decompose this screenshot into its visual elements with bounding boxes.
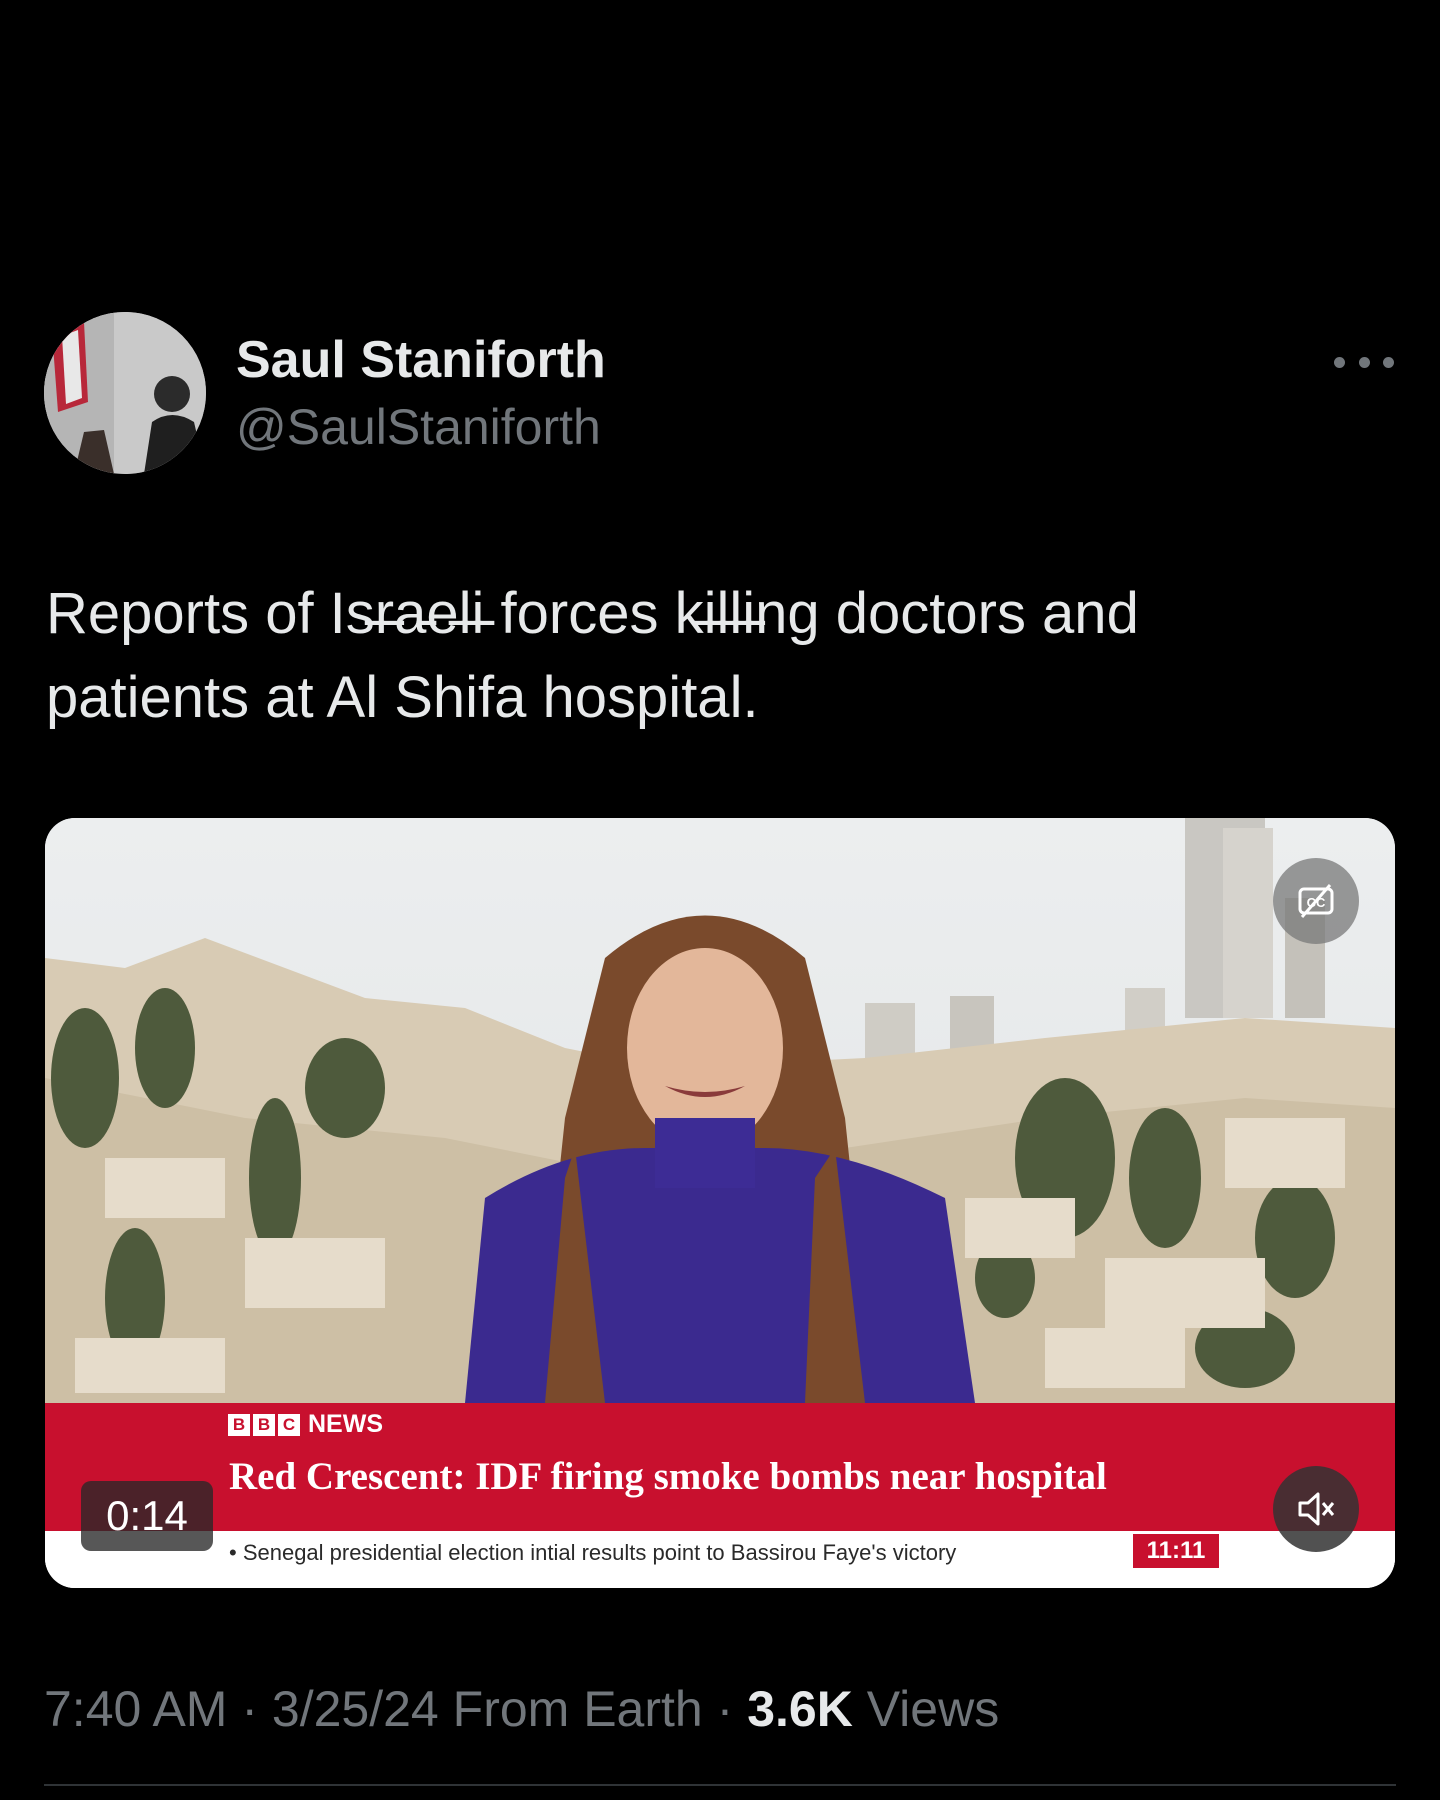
news-ticker-text: • Senegal presidential election intial r… [229,1540,957,1565]
views-label: Views [866,1681,1000,1737]
broadcaster-label: NEWS [308,1410,383,1438]
avatar-photo-icon [44,312,206,474]
ellipsis-icon [1334,356,1345,368]
video-duration: 0:14 [81,1481,213,1551]
author-avatar[interactable] [44,312,206,474]
captions-button[interactable]: CC [1273,858,1359,944]
bbc-news-logo: B B C NEWS [228,1410,383,1439]
tweet-source: From Earth [452,1681,703,1737]
ellipsis-icon [1383,356,1394,368]
views-count[interactable]: 3.6K [747,1681,853,1737]
logo-block: C [278,1413,300,1436]
logo-block: B [253,1413,275,1436]
news-headline: Red Crescent: IDF firing smoke bombs nea… [229,1455,1107,1498]
ellipsis-icon [1358,356,1370,368]
logo-block: B [228,1413,250,1436]
divider [44,1784,1396,1786]
tweet-time[interactable]: 7:40 AM [44,1681,227,1737]
meta-separator: · [241,1681,259,1737]
tweet-text-line: patients at Al Shifa hospital. [46,665,759,730]
mute-toggle-button[interactable] [1273,1466,1359,1552]
author-handle[interactable]: @SaulStaniforth [236,398,601,456]
news-clock: 11:11 [1133,1534,1219,1568]
tweet-text: Reports of Is̵r̵a̵e̵l̵i̵ forces k̵i̵l̵l̵… [46,572,1376,740]
captions-off-icon: CC [1298,884,1334,918]
muted-speaker-icon [1298,1492,1335,1526]
tweet-detail: Saul Staniforth @SaulStaniforth Reports … [0,0,1440,1800]
tweet-meta: 7:40 AM · 3/25/24 From Earth · 3.6K View… [44,1680,999,1738]
tweet-date[interactable]: 3/25/24 [272,1681,439,1737]
meta-separator: · [716,1681,734,1737]
more-options-button[interactable] [1334,344,1394,380]
video-player[interactable]: B B C NEWS Red Crescent: IDF firing smok… [45,818,1395,1588]
author-display-name[interactable]: Saul Staniforth [236,330,606,390]
tweet-text-line: Reports of Is̵r̵a̵e̵l̵i̵ forces k̵i̵l̵l̵… [46,581,1139,646]
